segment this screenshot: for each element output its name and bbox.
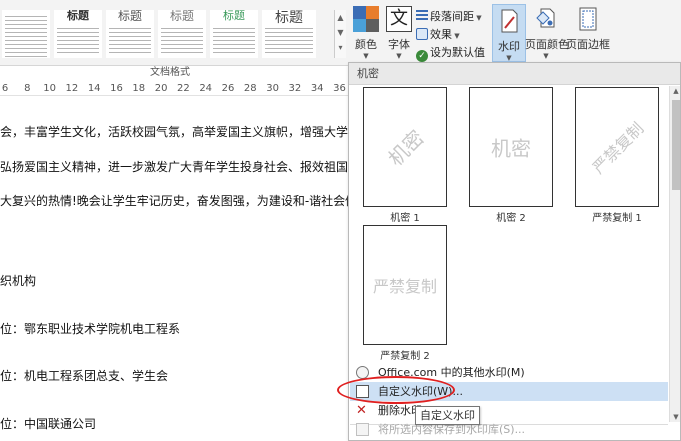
ruler-number: 30 xyxy=(266,83,279,94)
style-thumb-title: 标题 xyxy=(67,10,89,22)
ribbon: 标题 标题 标题 标题 标题 ▲ ▼ ▾ 文档格式 颜色 ▼ 文 字体 ▼ 段落… xyxy=(0,0,681,78)
chevron-down-icon: ▼ xyxy=(396,52,402,60)
page-color-label: 页面颜色 xyxy=(525,38,569,51)
chevron-down-icon: ▼ xyxy=(543,52,549,60)
paint-bucket-icon xyxy=(533,6,559,32)
style-thumb-2[interactable]: 标题 xyxy=(54,10,102,58)
style-thumb-5[interactable]: 标题 xyxy=(210,10,258,58)
document-style-gallery: 标题 标题 标题 标题 标题 ▲ ▼ ▾ xyxy=(0,4,346,62)
watermark-preview: 严禁复制 xyxy=(575,87,659,207)
document-line: 会，丰富学生文化，活跃校园气氛，高举爱国主义旗帜，增强大学生责 xyxy=(0,125,352,139)
effects-icon xyxy=(416,28,428,40)
style-thumb-title: 标题 xyxy=(117,10,142,23)
colors-button[interactable]: 颜色 ▼ xyxy=(350,6,382,60)
ruler-number: 10 xyxy=(43,83,56,94)
color-palette-icon xyxy=(353,6,379,32)
document-line: 位：鄂东职业技术学院机电工程系 xyxy=(0,322,181,336)
watermark-option-label: 严禁复制 2 xyxy=(380,351,430,362)
chevron-down-icon: ▼ xyxy=(452,32,460,40)
ruler-number: 32 xyxy=(288,83,302,94)
style-thumb-6[interactable]: 标题 xyxy=(262,10,316,58)
set-as-default-button[interactable]: ✓ 设为默认值 xyxy=(416,45,485,62)
ruler-number: 20 xyxy=(154,83,168,94)
paragraph-spacing-icon xyxy=(416,10,428,22)
ruler-number: 22 xyxy=(177,83,190,94)
fonts-label: 字体 xyxy=(388,38,410,51)
page-border-icon xyxy=(575,6,601,32)
watermark-option-label: 严禁复制 1 xyxy=(592,213,642,224)
watermark-preview: 严禁复制 xyxy=(363,225,447,345)
style-thumb-3[interactable]: 标题 xyxy=(106,10,154,58)
gallery-expand-icon[interactable]: ▾ xyxy=(335,40,346,55)
gallery-scrollbar[interactable]: ▲ ▼ xyxy=(669,86,680,422)
ruler-number: 28 xyxy=(243,83,257,94)
style-thumb-title: 标题 xyxy=(275,10,303,26)
ruler-number: 24 xyxy=(199,83,213,94)
effects-button[interactable]: 效果 ▼ xyxy=(416,27,460,42)
page-borders-label: 页面边框 xyxy=(566,38,610,51)
ruler-number: 16 xyxy=(110,83,123,94)
watermark-label: 水印 xyxy=(498,40,520,53)
ruler-number: 12 xyxy=(65,83,79,94)
chevron-up-icon[interactable]: ▲ xyxy=(670,87,680,95)
chevron-down-icon: ▼ xyxy=(363,52,369,60)
page-borders-button[interactable]: 页面边框 xyxy=(566,6,610,60)
font-icon: 文 xyxy=(386,6,412,32)
document-body[interactable]: 会，丰富学生文化，活跃校园气氛，高举爱国主义旗帜，增强大学生责 弘扬爱国主义精神… xyxy=(0,97,352,441)
delete-icon: ✕ xyxy=(356,403,367,418)
style-thumb-1[interactable] xyxy=(2,10,50,58)
watermark-button[interactable]: 水印 ▼ xyxy=(492,4,526,62)
watermark-preview-text: 机密 xyxy=(491,136,531,161)
group-label-document-format: 文档格式 xyxy=(150,67,190,78)
document-line: 大复兴的热情!晚会让学生牢记历史，奋发图强，为建设和-谐社会做出 xyxy=(0,194,352,208)
scrollbar-thumb[interactable] xyxy=(672,100,680,190)
document-line: 弘扬爱国主义精神，进一步激发广大青年学生投身社会、报效祖国，奖 xyxy=(0,160,352,174)
chevron-down-icon: ▼ xyxy=(506,54,512,62)
chevron-down-icon[interactable]: ▼ xyxy=(335,25,346,40)
ruler-number: 34 xyxy=(310,83,324,94)
watermark-preview: 机密 xyxy=(363,87,447,207)
ruler-number: 8 xyxy=(24,83,31,94)
chevron-up-icon[interactable]: ▲ xyxy=(335,10,346,25)
horizontal-ruler[interactable]: 6 8 10 12 14 16 18 20 22 24 26 28 30 32 34 36 xyxy=(0,82,352,96)
gallery-scrollbar[interactable]: ▲ ▼ ▾ xyxy=(334,10,346,58)
ruler-number: 14 xyxy=(87,83,101,94)
ruler-number: 6 xyxy=(1,83,9,94)
colors-label: 颜色 xyxy=(355,38,377,51)
watermark-preview: 机密 xyxy=(469,87,553,207)
gallery-section-title: 机密 xyxy=(349,63,680,85)
fonts-button[interactable]: 文 字体 ▼ xyxy=(384,6,414,60)
style-thumb-title: 标题 xyxy=(169,10,194,23)
chevron-down-icon: ▼ xyxy=(474,14,482,22)
watermark-preview-text: 严禁复制 xyxy=(372,277,438,296)
ruler-number: 26 xyxy=(221,83,235,94)
document-line: 位：机电工程系团总支、学生会 xyxy=(0,369,169,383)
tooltip: 自定义水印 xyxy=(415,406,480,425)
style-thumb-title: 标题 xyxy=(223,10,245,22)
watermark-icon xyxy=(496,8,522,34)
highlight-ellipse xyxy=(337,376,455,404)
ruler-number: 36 xyxy=(333,83,346,94)
save-icon xyxy=(356,423,369,436)
chevron-down-icon[interactable]: ▼ xyxy=(670,413,680,421)
checkmark-icon: ✓ xyxy=(416,50,428,62)
paragraph-spacing-button[interactable]: 段落间距 ▼ xyxy=(416,9,482,24)
document-line: 织机构 xyxy=(0,274,37,288)
watermark-preview-text: 严禁复制 xyxy=(588,118,648,178)
watermark-preview-text: 机密 xyxy=(383,125,429,171)
ruler-number: 18 xyxy=(132,83,146,94)
document-line: 位：中国联通公司 xyxy=(0,417,97,431)
menu-save-selection-to-gallery: 将所选内容保存到水印库(S)... xyxy=(350,420,668,439)
watermark-option-label: 机密 1 xyxy=(390,213,420,224)
page-color-button[interactable]: 页面颜色 ▼ xyxy=(525,6,569,60)
style-thumb-4[interactable]: 标题 xyxy=(158,10,206,58)
watermark-option-label: 机密 2 xyxy=(496,213,526,224)
